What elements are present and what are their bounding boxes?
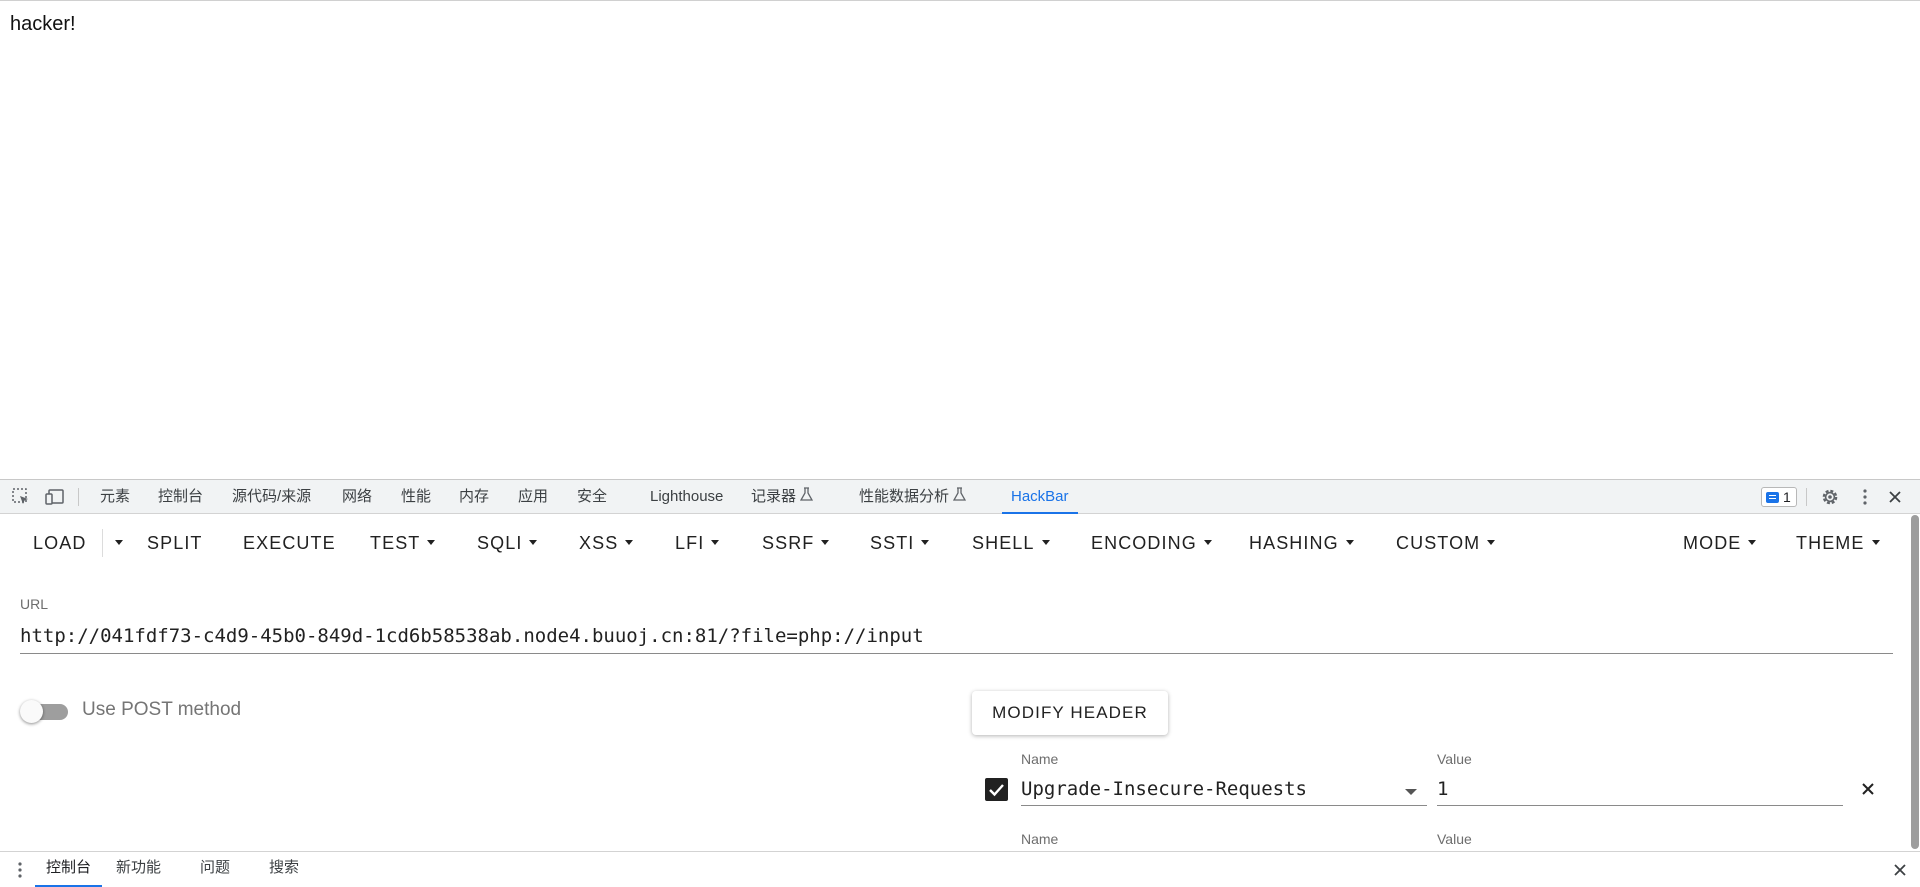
drawer-tab-whats-new[interactable]: 新功能 xyxy=(116,852,161,887)
header-name-label: Name xyxy=(1021,831,1059,847)
theme-menu-label: THEME xyxy=(1796,533,1865,553)
chevron-down-icon xyxy=(1041,539,1050,545)
encoding-menu-label: ENCODING xyxy=(1091,533,1197,553)
inspect-element-icon[interactable] xyxy=(11,487,31,507)
device-toolbar-icon[interactable] xyxy=(45,487,65,507)
mode-menu-button[interactable]: MODE xyxy=(1683,526,1757,560)
ssrf-menu-button[interactable]: SSRF xyxy=(762,526,830,560)
ssti-menu-label: SSTI xyxy=(870,533,915,553)
header-name-input[interactable] xyxy=(1021,772,1427,806)
xss-menu-label: XSS xyxy=(579,533,619,553)
tab-application[interactable]: 应用 xyxy=(518,480,548,514)
tabbar-separator xyxy=(78,488,79,506)
issues-badge[interactable]: 1 xyxy=(1761,487,1797,507)
tab-memory[interactable]: 内存 xyxy=(459,480,489,514)
chevron-down-icon xyxy=(821,539,830,545)
drawer-tab-search[interactable]: 搜索 xyxy=(269,852,299,887)
test-menu-label: TEST xyxy=(370,533,421,553)
chevron-down-icon xyxy=(1871,539,1880,545)
issues-count: 1 xyxy=(1783,489,1791,505)
experiment-flask-icon xyxy=(800,487,814,501)
execute-button[interactable]: EXECUTE xyxy=(243,526,336,560)
post-method-label: Use POST method xyxy=(82,699,242,720)
close-devtools-icon[interactable] xyxy=(1885,487,1905,507)
chevron-down-icon xyxy=(1203,539,1212,545)
drawer-menu-icon[interactable] xyxy=(10,860,30,880)
more-options-icon[interactable] xyxy=(1855,487,1875,507)
lfi-menu-button[interactable]: LFI xyxy=(675,526,720,560)
shell-menu-button[interactable]: SHELL xyxy=(972,526,1050,560)
split-button[interactable]: SPLIT xyxy=(147,526,203,560)
custom-menu-button[interactable]: CUSTOM xyxy=(1396,526,1496,560)
shell-menu-label: SHELL xyxy=(972,533,1035,553)
header-value-label: Value xyxy=(1437,751,1472,767)
settings-gear-icon[interactable] xyxy=(1820,487,1840,507)
test-menu-button[interactable]: TEST xyxy=(370,526,436,560)
close-drawer-icon[interactable] xyxy=(1890,860,1910,880)
header-name-dropdown-icon[interactable] xyxy=(1405,789,1417,795)
toggle-thumb xyxy=(20,700,43,723)
chevron-down-icon xyxy=(1487,539,1496,545)
header-enabled-checkbox[interactable] xyxy=(985,778,1008,801)
devtools-tab-bar: 元素 控制台 源代码/来源 网络 性能 内存 应用 安全 Lighthouse … xyxy=(0,480,1920,514)
chevron-down-icon xyxy=(529,539,538,545)
post-method-toggle[interactable] xyxy=(20,700,68,723)
drawer-tab-console[interactable]: 控制台 xyxy=(35,852,103,887)
tab-performance-insights-label: 性能数据分析 xyxy=(859,488,950,505)
devtools-drawer-bar: 控制台 新功能 问题 搜索 xyxy=(0,851,1920,887)
xss-menu-button[interactable]: XSS xyxy=(579,526,634,560)
chevron-down-icon xyxy=(711,539,720,545)
hashing-menu-button[interactable]: HASHING xyxy=(1249,526,1354,560)
load-button[interactable]: LOAD xyxy=(33,526,86,560)
load-dropdown-separator xyxy=(102,529,103,557)
tab-lighthouse[interactable]: Lighthouse xyxy=(650,480,723,514)
remove-header-icon[interactable] xyxy=(1857,778,1879,800)
hackbar-toolbar: LOAD SPLIT EXECUTE TEST SQLI XSS LFI SSR… xyxy=(0,515,1920,571)
sqli-menu-label: SQLI xyxy=(477,533,523,553)
tab-recorder-label: 记录器 xyxy=(751,488,797,505)
chevron-down-icon xyxy=(1345,539,1354,545)
modify-header-button[interactable]: MODIFY HEADER xyxy=(972,691,1168,735)
tabbar-separator xyxy=(1806,488,1807,506)
chevron-down-icon xyxy=(921,539,930,545)
url-label: URL xyxy=(20,596,49,612)
issues-message-icon xyxy=(1766,491,1779,503)
chevron-down-icon xyxy=(1748,539,1757,545)
sqli-menu-button[interactable]: SQLI xyxy=(477,526,538,560)
chevron-down-icon xyxy=(115,539,123,545)
mode-menu-label: MODE xyxy=(1683,533,1742,553)
url-input[interactable] xyxy=(20,618,1893,654)
tab-network[interactable]: 网络 xyxy=(342,480,372,514)
tab-performance-insights[interactable]: 性能数据分析 xyxy=(859,480,967,514)
theme-menu-button[interactable]: THEME xyxy=(1796,526,1880,560)
drawer-tab-issues[interactable]: 问题 xyxy=(200,852,230,887)
tab-console[interactable]: 控制台 xyxy=(158,480,203,514)
chevron-down-icon xyxy=(427,539,436,545)
tab-security[interactable]: 安全 xyxy=(577,480,607,514)
header-value-label: Value xyxy=(1437,831,1472,847)
header-name-label: Name xyxy=(1021,751,1059,767)
ssti-menu-button[interactable]: SSTI xyxy=(870,526,930,560)
tab-sources[interactable]: 源代码/来源 xyxy=(232,480,311,514)
experiment-flask-icon xyxy=(953,487,967,501)
hashing-menu-label: HASHING xyxy=(1249,533,1339,553)
tab-performance[interactable]: 性能 xyxy=(401,480,431,514)
devtools-panel: 元素 控制台 源代码/来源 网络 性能 内存 应用 安全 Lighthouse … xyxy=(0,479,1920,887)
chevron-down-icon xyxy=(625,539,634,545)
encoding-menu-button[interactable]: ENCODING xyxy=(1091,526,1212,560)
lfi-menu-label: LFI xyxy=(675,533,705,553)
hackbar-scrollbar[interactable] xyxy=(1911,515,1919,849)
page-body-text: hacker! xyxy=(10,13,76,35)
tab-recorder[interactable]: 记录器 xyxy=(751,480,814,514)
custom-menu-label: CUSTOM xyxy=(1396,533,1481,553)
page-viewport: hacker! xyxy=(0,0,1920,479)
ssrf-menu-label: SSRF xyxy=(762,533,815,553)
tab-elements[interactable]: 元素 xyxy=(100,480,130,514)
tab-hackbar[interactable]: HackBar xyxy=(1002,480,1078,514)
checkmark-icon xyxy=(989,784,1004,797)
load-dropdown-button[interactable] xyxy=(108,526,123,560)
header-value-input[interactable] xyxy=(1437,772,1843,806)
